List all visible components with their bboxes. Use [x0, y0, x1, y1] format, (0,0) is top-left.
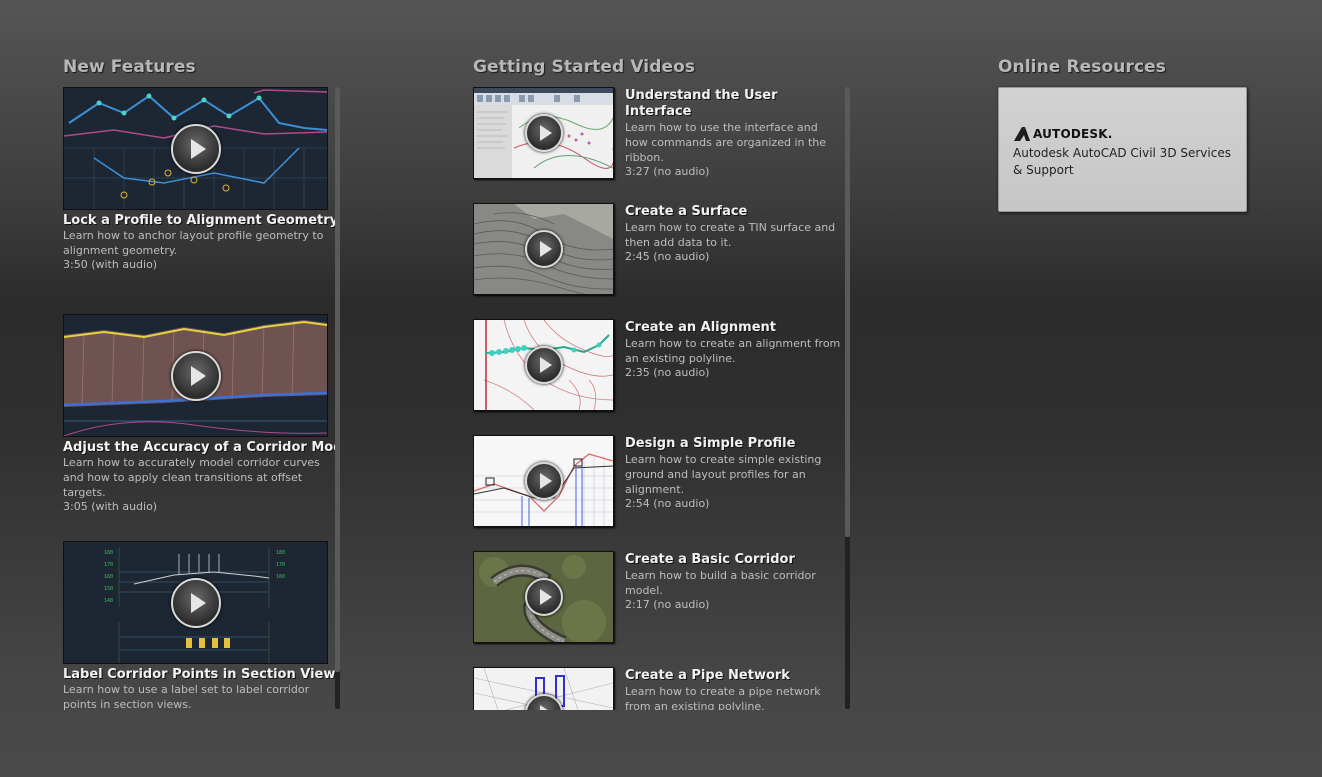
play-icon[interactable] [524, 578, 563, 616]
video-title[interactable]: Understand the User Interface [625, 88, 843, 120]
video-duration: 2:35 (no audio) [625, 366, 710, 379]
feature-description: Learn how to accurately model corridor c… [63, 456, 320, 499]
video-description: Learn how to create an alignment from an… [625, 337, 841, 365]
video-item[interactable]: Design a Simple Profile Learn how to cre… [473, 435, 843, 530]
getting-started-title: Getting Started Videos [473, 57, 696, 77]
feature-item[interactable]: 180 170 160 150 140 180 170 160 Label Corridor … [63, 541, 338, 710]
svg-text:160: 160 [276, 574, 285, 580]
video-description: Learn how to build a basic corridor mode… [625, 569, 816, 597]
play-icon[interactable] [524, 694, 563, 710]
video-thumbnail[interactable] [473, 319, 614, 411]
video-title[interactable]: Design a Simple Profile [625, 436, 843, 452]
video-title[interactable]: Create an Alignment [625, 320, 843, 336]
play-icon[interactable] [524, 462, 563, 500]
feature-item[interactable]: Lock a Profile to Alignment Geometry Lea… [63, 87, 338, 272]
video-item[interactable]: Create an Alignment Learn how to create … [473, 319, 843, 414]
scrollbar-thumb[interactable] [845, 87, 850, 537]
feature-title[interactable]: Adjust the Accuracy of a Corridor Model [63, 440, 338, 455]
new-features-scrollbar[interactable] [335, 87, 340, 709]
video-description: Learn how to create simple existing grou… [625, 453, 822, 496]
feature-thumbnail[interactable] [63, 314, 328, 437]
svg-text:180: 180 [276, 550, 285, 556]
feature-duration: 3:50 (with audio) [63, 258, 158, 271]
autodesk-logo: AUTODESK. [1014, 127, 1113, 141]
online-resources-title: Online Resources [998, 57, 1166, 77]
play-icon[interactable] [524, 230, 563, 268]
video-item[interactable]: Create a Pipe Network Learn how to creat… [473, 667, 843, 710]
video-thumbnail[interactable] [473, 551, 614, 643]
play-icon[interactable] [170, 577, 221, 628]
video-thumbnail[interactable] [473, 87, 614, 179]
video-item[interactable]: Create a Surface Learn how to create a T… [473, 203, 843, 298]
feature-description: Learn how to use a label set to label co… [63, 683, 310, 710]
svg-text:170: 170 [276, 562, 285, 568]
feature-duration: 3:05 (with audio) [63, 500, 158, 513]
video-thumbnail[interactable] [473, 667, 614, 710]
autodesk-wordmark: AUTODESK. [1033, 127, 1113, 141]
video-title[interactable]: Create a Basic Corridor [625, 552, 843, 568]
feature-thumbnail[interactable] [63, 87, 328, 210]
resource-card[interactable]: AUTODESK. Autodesk AutoCAD Civil 3D Serv… [998, 87, 1247, 212]
play-icon[interactable] [170, 350, 221, 401]
getting-started-panel: Understand the User Interface Learn how … [473, 87, 845, 710]
video-thumbnail[interactable] [473, 203, 614, 295]
video-description: Learn how to create a pipe network from … [625, 685, 821, 710]
feature-thumbnail[interactable]: 180 170 160 150 140 180 170 160 [63, 541, 328, 664]
scrollbar-thumb[interactable] [335, 87, 340, 672]
video-description: Learn how to use the interface and how c… [625, 121, 827, 164]
svg-text:140: 140 [104, 598, 113, 604]
autodesk-logo-icon [1014, 127, 1030, 141]
svg-text:180: 180 [104, 550, 113, 556]
video-duration: 2:17 (no audio) [625, 598, 710, 611]
feature-description: Learn how to anchor layout profile geome… [63, 229, 324, 257]
video-thumbnail[interactable] [473, 435, 614, 527]
video-item[interactable]: Create a Basic Corridor Learn how to bui… [473, 551, 843, 646]
resource-link[interactable]: Autodesk AutoCAD Civil 3D Services & Sup… [1013, 145, 1233, 179]
video-title[interactable]: Create a Pipe Network [625, 668, 843, 684]
video-duration: 3:27 (no audio) [625, 165, 710, 178]
play-icon[interactable] [524, 114, 563, 152]
new-features-panel: Lock a Profile to Alignment Geometry Lea… [63, 87, 338, 710]
video-duration: 2:54 (no audio) [625, 497, 710, 510]
getting-started-scrollbar[interactable] [845, 87, 850, 709]
play-icon[interactable] [524, 346, 563, 384]
video-duration: 2:45 (no audio) [625, 250, 710, 263]
svg-text:160: 160 [104, 574, 113, 580]
feature-title[interactable]: Lock a Profile to Alignment Geometry [63, 213, 338, 228]
play-icon[interactable] [170, 123, 221, 174]
video-description: Learn how to create a TIN surface and th… [625, 221, 836, 249]
svg-text:170: 170 [104, 562, 113, 568]
new-features-title: New Features [63, 57, 196, 77]
feature-title[interactable]: Label Corridor Points in Section Views [63, 667, 338, 682]
svg-text:150: 150 [104, 586, 113, 592]
feature-item[interactable]: Adjust the Accuracy of a Corridor Model … [63, 314, 338, 514]
video-item[interactable]: Understand the User Interface Learn how … [473, 87, 843, 182]
video-title[interactable]: Create a Surface [625, 204, 843, 220]
